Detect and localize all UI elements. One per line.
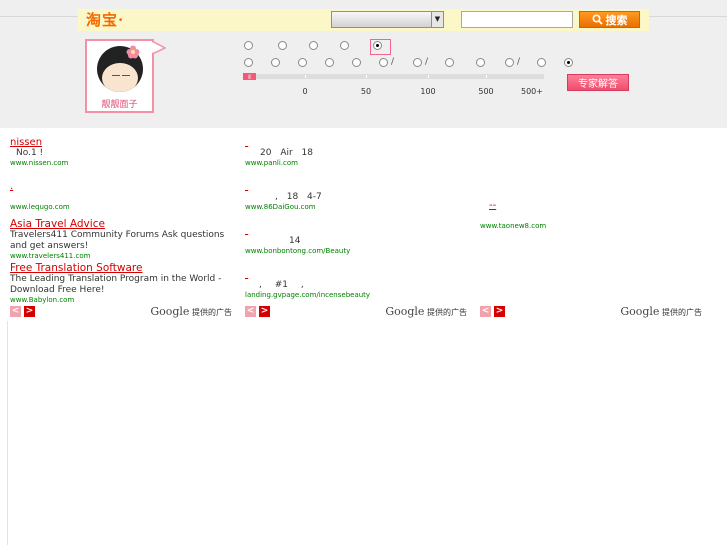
google-logo: Google — [620, 305, 660, 318]
filter-radio-10[interactable] — [352, 58, 361, 67]
ad-description: No.1 ! — [16, 148, 44, 158]
slider-tick — [428, 75, 429, 78]
search-button-label: 搜索 — [605, 13, 628, 27]
ad-url[interactable]: www.taonew8.com — [480, 222, 546, 230]
search-input[interactable] — [461, 11, 573, 28]
chevron-down-icon[interactable]: ▼ — [431, 12, 443, 27]
ad-panel-1: nissen No.1 ! www.nissen.com . www.lequg… — [7, 130, 236, 321]
ads-by-google-text: 提供的广告 — [662, 308, 702, 317]
google-ads-label[interactable]: Google 提供的广告 — [620, 305, 702, 318]
filter-radio-1[interactable] — [244, 41, 253, 50]
search-icon — [591, 14, 603, 25]
ad-item[interactable]: 20 Air 18 www.panli.com — [245, 137, 313, 167]
category-select[interactable]: ▼ — [331, 11, 444, 28]
ads-by-google-text: 提供的广告 — [427, 308, 467, 317]
filter-radio-2[interactable] — [278, 41, 287, 50]
ad-title[interactable] — [245, 137, 282, 148]
filter-radio-13[interactable] — [445, 58, 454, 67]
ad-title[interactable]: . — [10, 181, 70, 192]
ad-description: , #1 , — [259, 280, 304, 290]
filter-radio-12[interactable] — [413, 58, 422, 67]
slider-tick — [305, 75, 306, 78]
ad-url[interactable]: www.86DaiGou.com — [245, 203, 322, 211]
ad-item[interactable]: nissen No.1 ! www.nissen.com — [10, 137, 68, 167]
filter-radio-6[interactable] — [244, 58, 253, 67]
price-slider-track[interactable] — [243, 74, 544, 79]
filter-radio-8[interactable] — [298, 58, 307, 67]
ad-url[interactable]: www.bonbontong.com/Beauty — [245, 247, 350, 255]
ad-title[interactable]: -- — [480, 200, 516, 211]
price-label: 100 — [420, 87, 436, 96]
ad-title[interactable]: nissen — [10, 137, 68, 148]
ad-title[interactable] — [245, 181, 282, 192]
ad-description: The Leading Translation Program in the W… — [10, 274, 222, 295]
filter-slash: / — [425, 57, 429, 67]
ad-description: , 18 4-7 — [275, 192, 322, 202]
filter-radio-4[interactable] — [340, 41, 349, 50]
ad-url[interactable]: www.panli.com — [245, 159, 313, 167]
ad-item[interactable]: Free Translation Software The Leading Tr… — [10, 262, 232, 304]
ad-url[interactable]: landing.gvpage.com/incensebeauty — [245, 291, 370, 299]
ad-url[interactable]: www.Babylon.com — [10, 296, 232, 304]
filter-radio-7[interactable] — [271, 58, 280, 67]
price-label: 50 — [360, 87, 372, 96]
ad-item[interactable]: , 18 4-7 www.86DaiGou.com — [245, 181, 322, 211]
taobao-logo[interactable]: 淘宝· — [86, 9, 124, 30]
ad-description: Travelers411 Community Forums Ask questi… — [10, 230, 225, 251]
next-ad-button[interactable]: > — [259, 306, 270, 317]
ad-item[interactable]: 14 www.bonbontong.com/Beauty — [245, 225, 350, 255]
ads-by-google-text: 提供的广告 — [192, 308, 232, 317]
ad-description: 14 — [289, 236, 301, 246]
ad-item[interactable]: , #1 , landing.gvpage.com/incensebeauty — [245, 269, 370, 299]
prev-ad-button[interactable]: < — [480, 306, 491, 317]
ad-title[interactable]: Asia Travel Advice — [10, 218, 232, 230]
slider-tick — [366, 75, 367, 78]
left-divider — [7, 321, 8, 545]
ad-description: 20 Air 18 — [260, 148, 313, 158]
filter-radio-11[interactable] — [379, 58, 388, 67]
ad-url[interactable]: www.lequgo.com — [10, 203, 70, 211]
ad-description — [10, 192, 70, 203]
ad-item[interactable]: Asia Travel Advice Travelers411 Communit… — [10, 218, 232, 260]
page: { "header": {"logo_text": "淘宝·", "search… — [0, 0, 727, 545]
ad-item[interactable]: . www.lequgo.com — [10, 181, 70, 211]
slider-tick — [486, 75, 487, 78]
avatar-name: 靓靓面子 — [101, 100, 138, 110]
prev-ad-button[interactable]: < — [245, 306, 256, 317]
speech-pointer-icon — [152, 41, 166, 55]
avatar-card[interactable]: 靓靓面子 — [85, 39, 154, 113]
price-label: 500+ — [521, 87, 543, 96]
price-slider-handle[interactable]: ||| — [243, 73, 256, 80]
next-ad-button[interactable]: > — [24, 306, 35, 317]
google-ads-label[interactable]: Google 提供的广告 — [385, 305, 467, 318]
filter-radio-3[interactable] — [309, 41, 318, 50]
ad-title[interactable] — [245, 269, 280, 280]
google-logo: Google — [385, 305, 425, 318]
ad-title[interactable]: Free Translation Software — [10, 262, 232, 274]
filter-slash: / — [517, 57, 521, 67]
ad-description — [480, 211, 546, 222]
filter-radio-9[interactable] — [325, 58, 334, 67]
filter-radio-17[interactable] — [564, 58, 573, 67]
ad-panel-2: 20 Air 18 www.panli.com , 18 4-7 www.86D… — [242, 130, 471, 321]
next-ad-button[interactable]: > — [494, 306, 505, 317]
ad-panel-3: -- www.taonew8.com < > Google 提供的广告 — [477, 130, 706, 321]
filter-radio-15[interactable] — [505, 58, 514, 67]
expert-answer-button[interactable]: 专家解答 — [567, 74, 629, 91]
ad-url[interactable]: www.nissen.com — [10, 159, 68, 167]
filter-radio-16[interactable] — [537, 58, 546, 67]
ad-item[interactable]: -- www.taonew8.com — [480, 200, 546, 230]
prev-ad-button[interactable]: < — [10, 306, 21, 317]
filter-radio-14[interactable] — [476, 58, 485, 67]
search-button[interactable]: 搜索 — [579, 11, 640, 28]
google-ads-label[interactable]: Google 提供的广告 — [150, 305, 232, 318]
price-label: 0 — [302, 87, 308, 96]
price-label: 500 — [478, 87, 494, 96]
ad-title[interactable] — [245, 225, 276, 236]
filter-slash: / — [391, 57, 395, 67]
ad-url[interactable]: www.travelers411.com — [10, 252, 232, 260]
flower-icon — [126, 45, 140, 59]
google-logo: Google — [150, 305, 190, 318]
filter-radio-5[interactable] — [373, 41, 382, 50]
